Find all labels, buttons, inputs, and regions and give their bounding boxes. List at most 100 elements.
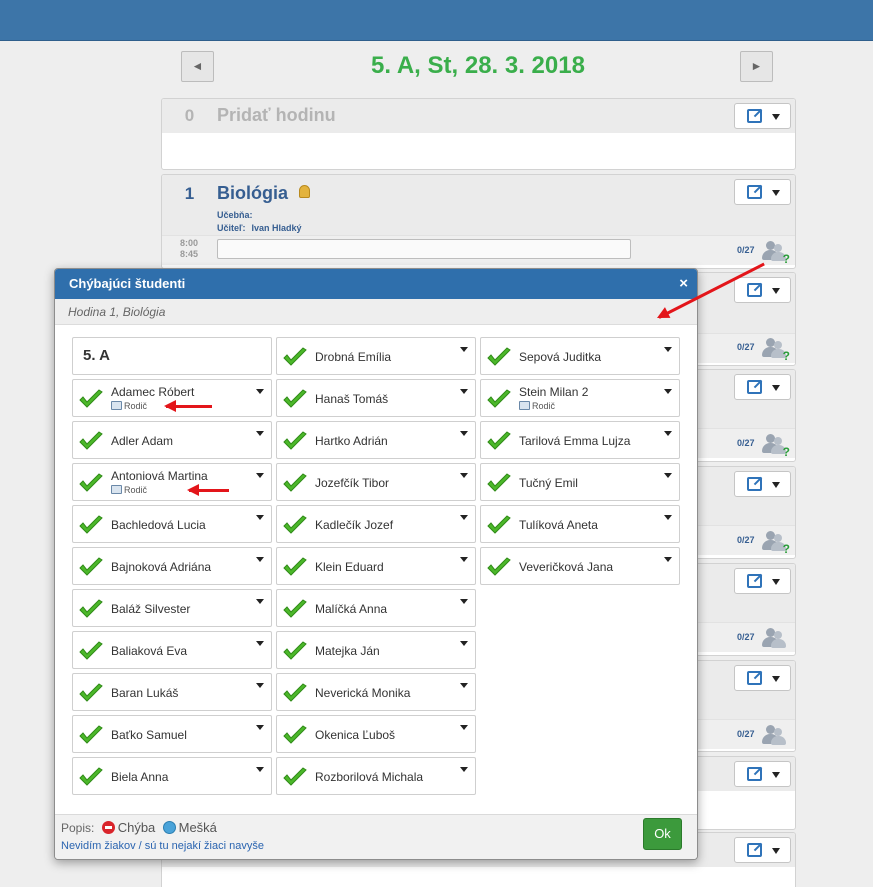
chevron-down-icon[interactable] (256, 515, 264, 520)
check-icon (486, 557, 512, 577)
student-cell[interactable]: Baliaková Eva (72, 631, 272, 669)
student-cell[interactable]: Stein Milan 2 Rodič (480, 379, 680, 417)
chevron-down-icon (772, 482, 780, 488)
lesson-header: 1 Biológia Učebňa: Učiteľ: Ivan Hladký (162, 175, 795, 235)
student-cell[interactable]: Neverická Monika (276, 673, 476, 711)
edit-lesson-button[interactable] (734, 837, 791, 863)
lesson-topic-field[interactable] (217, 239, 631, 259)
chevron-down-icon[interactable] (664, 515, 672, 520)
chevron-down-icon[interactable] (664, 557, 672, 562)
ok-button[interactable]: Ok (643, 818, 682, 850)
student-cell[interactable]: Rozborilová Michala (276, 757, 476, 795)
student-cell[interactable]: Biela Anna (72, 757, 272, 795)
chevron-down-icon[interactable] (256, 557, 264, 562)
edit-lesson-button[interactable] (734, 568, 791, 594)
chevron-down-icon[interactable] (460, 725, 468, 730)
lesson-card-biology: 1 Biológia Učebňa: Učiteľ: Ivan Hladký 8:… (161, 174, 796, 269)
lesson-name[interactable]: Biológia (217, 183, 288, 204)
student-name: Okenica Ľuboš (315, 728, 396, 742)
chevron-down-icon[interactable] (256, 473, 264, 478)
edit-lesson-button[interactable] (734, 277, 791, 303)
student-cell[interactable]: Drobná Emília (276, 337, 476, 375)
student-cell[interactable]: Antoniová Martina Rodič (72, 463, 272, 501)
check-icon (282, 431, 308, 451)
student-cell[interactable]: Malíčká Anna (276, 589, 476, 627)
edit-icon (747, 283, 762, 297)
student-cell[interactable]: Tarilová Emma Lujza (480, 421, 680, 459)
student-cell[interactable]: Jozefčík Tibor (276, 463, 476, 501)
student-cell[interactable]: Baran Lukáš (72, 673, 272, 711)
student-name: Drobná Emília (315, 350, 392, 364)
chevron-down-icon[interactable] (664, 347, 672, 352)
missing-students-link[interactable]: Nevidím žiakov / sú tu nejakí žiaci navy… (61, 840, 264, 852)
student-name: Klein Eduard (315, 560, 384, 574)
teacher-name: Ivan Hladký (251, 223, 302, 233)
bell-icon (299, 185, 310, 198)
edit-lesson-button[interactable] (734, 179, 791, 205)
chevron-down-icon[interactable] (256, 599, 264, 604)
check-icon (282, 641, 308, 661)
students-icon[interactable]: ? (761, 337, 790, 363)
students-icon[interactable] (761, 627, 787, 649)
student-cell[interactable]: Matejka Ján (276, 631, 476, 669)
students-icon[interactable]: ? (761, 433, 790, 459)
student-cell[interactable]: Hartko Adrián (276, 421, 476, 459)
check-icon (78, 725, 104, 745)
student-cell[interactable]: Baťko Samuel (72, 715, 272, 753)
chevron-down-icon[interactable] (256, 431, 264, 436)
student-cell[interactable]: Hanaš Tomáš (276, 379, 476, 417)
chevron-down-icon[interactable] (664, 431, 672, 436)
edit-lesson-button[interactable] (734, 374, 791, 400)
chevron-down-icon[interactable] (460, 431, 468, 436)
student-cell[interactable]: Bajnoková Adriána (72, 547, 272, 585)
lesson-card-add: 0 Pridať hodinu (161, 98, 796, 170)
legend: Popis: Chýba Mešká (61, 820, 221, 835)
edit-lesson-button[interactable] (734, 471, 791, 497)
edit-lesson-button[interactable] (734, 665, 791, 691)
student-cell[interactable]: Adler Adam (72, 421, 272, 459)
chevron-down-icon[interactable] (460, 641, 468, 646)
student-name: Adamec Róbert (111, 385, 195, 399)
check-icon (78, 557, 104, 577)
student-cell[interactable]: Sepová Juditka (480, 337, 680, 375)
check-icon (282, 347, 308, 367)
student-cell[interactable]: Tulíková Aneta (480, 505, 680, 543)
chevron-down-icon[interactable] (256, 641, 264, 646)
next-day-button[interactable]: ► (740, 51, 773, 82)
student-name: Baliaková Eva (111, 644, 188, 658)
chevron-down-icon[interactable] (460, 515, 468, 520)
chevron-down-icon[interactable] (256, 767, 264, 772)
student-cell[interactable]: Klein Eduard (276, 547, 476, 585)
student-cell[interactable]: Okenica Ľuboš (276, 715, 476, 753)
chevron-down-icon[interactable] (460, 767, 468, 772)
student-cell[interactable]: Kadlečík Jozef (276, 505, 476, 543)
annotation-arrow (187, 484, 229, 496)
student-name: Tulíková Aneta (519, 518, 598, 532)
chevron-down-icon[interactable] (460, 389, 468, 394)
previous-day-button[interactable]: ◄ (181, 51, 214, 82)
edit-lesson-button[interactable] (734, 761, 791, 787)
chevron-down-icon[interactable] (460, 347, 468, 352)
student-cell[interactable]: Tučný Emil (480, 463, 680, 501)
check-icon (486, 347, 512, 367)
chevron-down-icon[interactable] (256, 683, 264, 688)
students-icon[interactable] (761, 724, 787, 746)
student-cell[interactable]: Veveričková Jana (480, 547, 680, 585)
chevron-down-icon[interactable] (664, 389, 672, 394)
students-icon[interactable]: ? (761, 530, 790, 556)
chevron-down-icon[interactable] (256, 389, 264, 394)
close-icon[interactable]: × (679, 269, 688, 299)
chevron-down-icon[interactable] (664, 473, 672, 478)
student-cell[interactable]: Baláž Silvester (72, 589, 272, 627)
chevron-down-icon[interactable] (460, 473, 468, 478)
students-icon[interactable]: ? (761, 240, 790, 266)
chevron-down-icon[interactable] (460, 599, 468, 604)
chevron-down-icon[interactable] (256, 725, 264, 730)
student-name: Hanaš Tomáš (315, 392, 389, 406)
chevron-down-icon[interactable] (460, 683, 468, 688)
chevron-down-icon[interactable] (460, 557, 468, 562)
student-cell[interactable]: Bachledová Lucia (72, 505, 272, 543)
edit-lesson-button[interactable] (734, 103, 791, 129)
add-lesson-link[interactable]: Pridať hodinu (217, 105, 336, 126)
student-name: Sepová Juditka (519, 350, 602, 364)
